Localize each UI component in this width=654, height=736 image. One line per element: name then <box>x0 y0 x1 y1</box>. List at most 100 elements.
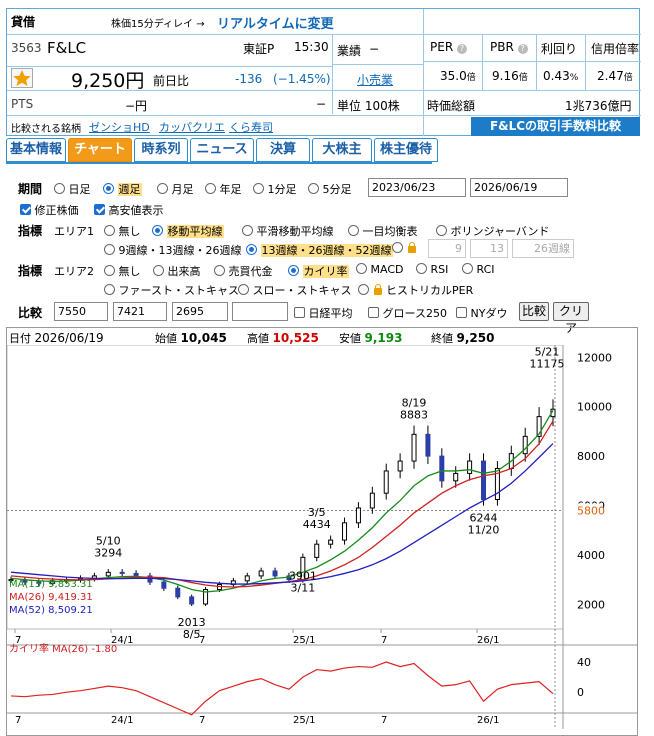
period-daily[interactable]: 日足 <box>54 181 91 197</box>
radio[interactable] <box>242 225 253 236</box>
radio[interactable] <box>157 183 168 194</box>
area2-macd[interactable]: MACD <box>356 263 403 276</box>
area1-none[interactable]: 無し <box>104 223 141 239</box>
price-chart-svg[interactable]: 1200010000800060004000200058007724/124/1… <box>7 345 637 735</box>
checkbox[interactable] <box>94 204 105 215</box>
compare-input-label: 比較 <box>18 306 43 320</box>
price-change: -136 <box>235 72 263 86</box>
compare-link-3[interactable]: くら寿司 <box>229 119 273 135</box>
compare-input-1[interactable]: 7550 <box>54 302 108 321</box>
radio[interactable] <box>104 265 115 276</box>
area2-turnover[interactable]: 売買代金 <box>214 263 273 279</box>
growth250-checkbox[interactable]: グロース250 <box>368 305 447 321</box>
checkbox[interactable] <box>294 307 305 318</box>
tab-benefits[interactable]: 株主優待 <box>374 138 438 162</box>
radio[interactable] <box>358 284 369 295</box>
date-from-input[interactable]: 2023/06/23 <box>368 178 466 197</box>
radio[interactable] <box>104 244 115 255</box>
radio[interactable] <box>152 225 163 236</box>
checkbox[interactable] <box>20 204 31 215</box>
area1-ichimoku[interactable]: 一目均衡表 <box>348 223 418 239</box>
tab-basic-info[interactable]: 基本情報 <box>6 138 66 162</box>
period-monthly[interactable]: 月足 <box>157 181 194 197</box>
radio[interactable] <box>214 265 225 276</box>
ma-input-1[interactable]: 9 <box>428 239 466 258</box>
radio[interactable] <box>356 263 367 274</box>
radio[interactable] <box>462 263 473 274</box>
ma-custom-option[interactable] <box>392 242 417 255</box>
candle-body <box>467 460 473 474</box>
radio[interactable] <box>103 183 114 194</box>
date-to-input[interactable]: 2026/06/19 <box>470 178 568 197</box>
period-5min[interactable]: 5分足 <box>308 181 352 197</box>
radio[interactable] <box>104 225 115 236</box>
period-1min[interactable]: 1分足 <box>253 181 297 197</box>
area1-ma[interactable]: 移動平均線 <box>152 223 224 239</box>
ma-input-2[interactable]: 13 <box>470 239 508 258</box>
radio[interactable] <box>392 242 403 253</box>
compare-link-2[interactable]: カッパクリエ <box>159 119 225 135</box>
tab-shareholders[interactable]: 大株主 <box>312 138 372 162</box>
radio[interactable] <box>308 183 319 194</box>
trough-date: 3/11 <box>290 581 315 594</box>
chart-area: 日付 2026/06/19 始値 10,045 高値 10,525 安値 9,1… <box>6 327 638 736</box>
area2-hist-per[interactable]: ヒストリカルPER <box>358 282 473 298</box>
candle-body <box>342 522 348 541</box>
nikkei-checkbox[interactable]: 日経平均 <box>294 305 353 321</box>
ma-legend-3: MA(52) 8,509.21 <box>9 605 93 616</box>
radio[interactable] <box>348 225 359 236</box>
compare-input-4[interactable] <box>232 302 288 321</box>
tab-news[interactable]: ニュース <box>190 138 254 162</box>
radio[interactable] <box>104 284 115 295</box>
area2-fast-stoch[interactable]: ファースト・ストキャス <box>104 282 239 298</box>
mcap-label: 時価総額 <box>427 99 476 113</box>
compare-button[interactable]: 比較 <box>519 302 549 321</box>
nydow-checkbox[interactable]: NYダウ <box>456 305 507 321</box>
area1-bollinger[interactable]: ボリンジャーバンド <box>436 223 549 239</box>
area1-label: エリア1 <box>54 225 94 238</box>
compare-link-1[interactable]: ゼンショHD <box>89 119 150 135</box>
realtime-link[interactable]: リアルタイムに変更 <box>217 13 334 32</box>
favorite-button[interactable] <box>11 68 33 88</box>
ma-option-2[interactable]: 13週線・26週線・52週線 <box>246 242 393 258</box>
area2-none[interactable]: 無し <box>104 263 141 279</box>
area2-rsi[interactable]: RSI <box>416 263 448 276</box>
x-tick-label: 25/1 <box>293 635 315 646</box>
radio[interactable] <box>246 244 257 255</box>
adjusted-price-checkbox[interactable]: 修正株価 <box>20 202 79 218</box>
ma-option-1[interactable]: 9週線・13週線・26週線 <box>104 242 242 258</box>
ma-input-3[interactable]: 26週線 <box>512 239 574 258</box>
compare-input-3[interactable]: 2695 <box>172 302 228 321</box>
high-low-checkbox[interactable]: 高安値表示 <box>94 202 164 218</box>
area2-rci[interactable]: RCI <box>462 263 495 276</box>
clear-button[interactable]: クリア <box>553 302 589 335</box>
help-icon[interactable]: ? <box>517 44 528 54</box>
candle-body <box>105 571 111 577</box>
tab-timeseries[interactable]: 時系列 <box>134 138 188 162</box>
gyoseki-label: 業績 <box>337 44 362 58</box>
tab-chart[interactable]: チャート <box>68 138 132 162</box>
radio[interactable] <box>238 284 249 295</box>
compare-input-2[interactable]: 7421 <box>113 302 167 321</box>
period-yearly[interactable]: 年足 <box>205 181 242 197</box>
area2-deviation[interactable]: カイリ率 <box>288 263 349 279</box>
checkbox[interactable] <box>456 307 467 318</box>
radio[interactable] <box>416 263 427 274</box>
area1-smooth-ma[interactable]: 平滑移動平均線 <box>242 223 334 239</box>
checkbox[interactable] <box>368 307 379 318</box>
radio[interactable] <box>153 265 164 276</box>
radio[interactable] <box>253 183 264 194</box>
radio[interactable] <box>54 183 65 194</box>
sector-link[interactable]: 小売業 <box>357 71 393 88</box>
area2-slow-stoch[interactable]: スロー・ストキャス <box>238 282 352 298</box>
tab-earnings[interactable]: 決算 <box>256 138 310 162</box>
fee-compare-banner[interactable]: F&LCの取引手数料比較 <box>471 117 640 136</box>
stock-code: 3563 <box>11 41 42 55</box>
radio[interactable] <box>288 265 299 276</box>
trough-date: 11/20 <box>468 523 500 536</box>
period-weekly[interactable]: 週足 <box>103 181 142 197</box>
area2-volume[interactable]: 出来高 <box>153 263 201 279</box>
help-icon[interactable]: ? <box>456 44 467 54</box>
radio[interactable] <box>205 183 216 194</box>
radio[interactable] <box>436 225 447 236</box>
